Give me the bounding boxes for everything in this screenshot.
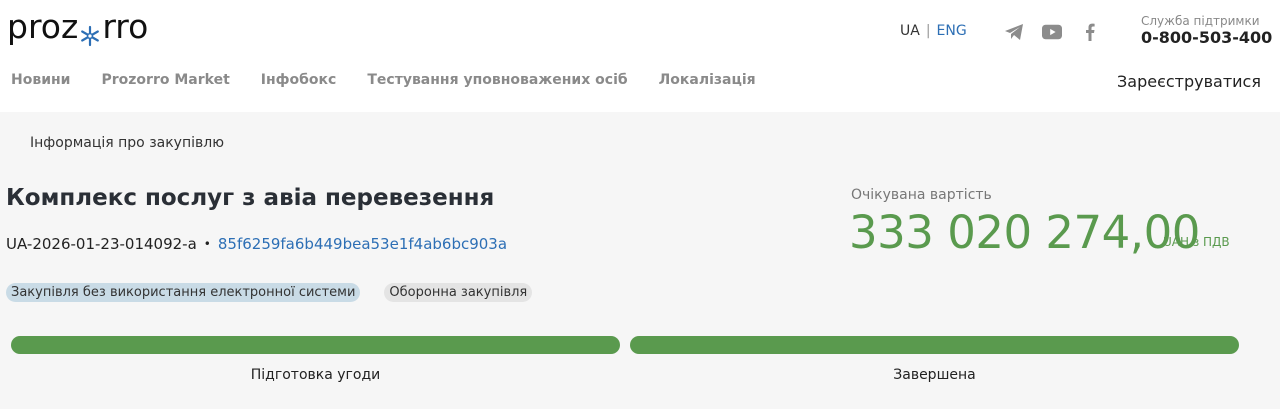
logo-text-left: proz (7, 6, 79, 46)
lang-eng[interactable]: ENG (937, 23, 967, 39)
stage-bar-preparation (11, 336, 620, 354)
support-contact: Служба підтримки 0-800-503-400 (1141, 14, 1272, 48)
badges: Закупівля без використання електронної с… (6, 283, 533, 302)
tender-id: UA-2026-01-23-014092-a (6, 235, 197, 253)
status-badge-defense: Оборонна закупівля (384, 283, 533, 302)
nav-item-testing[interactable]: Тестування уповноважених осіб (367, 72, 627, 88)
prozorro-logo[interactable]: proz rro (7, 6, 149, 47)
snowflake-icon (79, 16, 101, 47)
tender-identifiers: UA-2026-01-23-014092-a • 85f6259fa6b449b… (6, 235, 507, 253)
stage-label-completed: Завершена (893, 367, 976, 383)
procurement-info: Інформація про закупівлю Комплекс послуг… (0, 112, 1280, 409)
facebook-icon[interactable] (1080, 22, 1100, 42)
stage-bar-completed (630, 336, 1239, 354)
tender-hash-link[interactable]: 85f6259fa6b449bea53e1f4ab6bc903a (218, 235, 507, 253)
status-badge-no-electronic-system: Закупівля без використання електронної с… (6, 283, 361, 302)
nav-item-news[interactable]: Новини (11, 72, 71, 88)
logo-text-right: rro (102, 6, 149, 46)
telegram-icon[interactable] (1004, 22, 1024, 42)
support-phone[interactable]: 0-800-503-400 (1141, 28, 1272, 48)
language-switcher: UA | ENG (900, 23, 967, 39)
main-nav: Новини Prozorro Market Інфобокс Тестуван… (11, 72, 756, 88)
site-header: proz rro UA | ENG Служба підтримки 0-800… (0, 0, 1280, 112)
support-label: Служба підтримки (1141, 14, 1260, 28)
register-link[interactable]: Зареєструватися (1117, 72, 1261, 91)
nav-item-localization[interactable]: Локалізація (659, 72, 756, 88)
stage-label-preparation: Підготовка угоди (250, 367, 381, 383)
lang-ua[interactable]: UA (900, 23, 920, 39)
page-title: Комплекс послуг з авіа перевезення (6, 185, 495, 211)
social-links (1004, 22, 1100, 42)
breadcrumb[interactable]: Інформація про закупівлю (30, 135, 224, 151)
nav-item-infobox[interactable]: Інфобокс (261, 72, 337, 88)
id-separator: • (203, 237, 211, 251)
nav-item-market[interactable]: Prozorro Market (102, 72, 230, 88)
lang-separator: | (925, 23, 931, 39)
youtube-icon[interactable] (1042, 22, 1062, 42)
expected-value-currency: UAH з ПДВ (1163, 235, 1230, 249)
expected-value-label: Очікувана вартість (851, 187, 992, 203)
expected-value-amount: 333 020 274,00 (849, 206, 1200, 259)
